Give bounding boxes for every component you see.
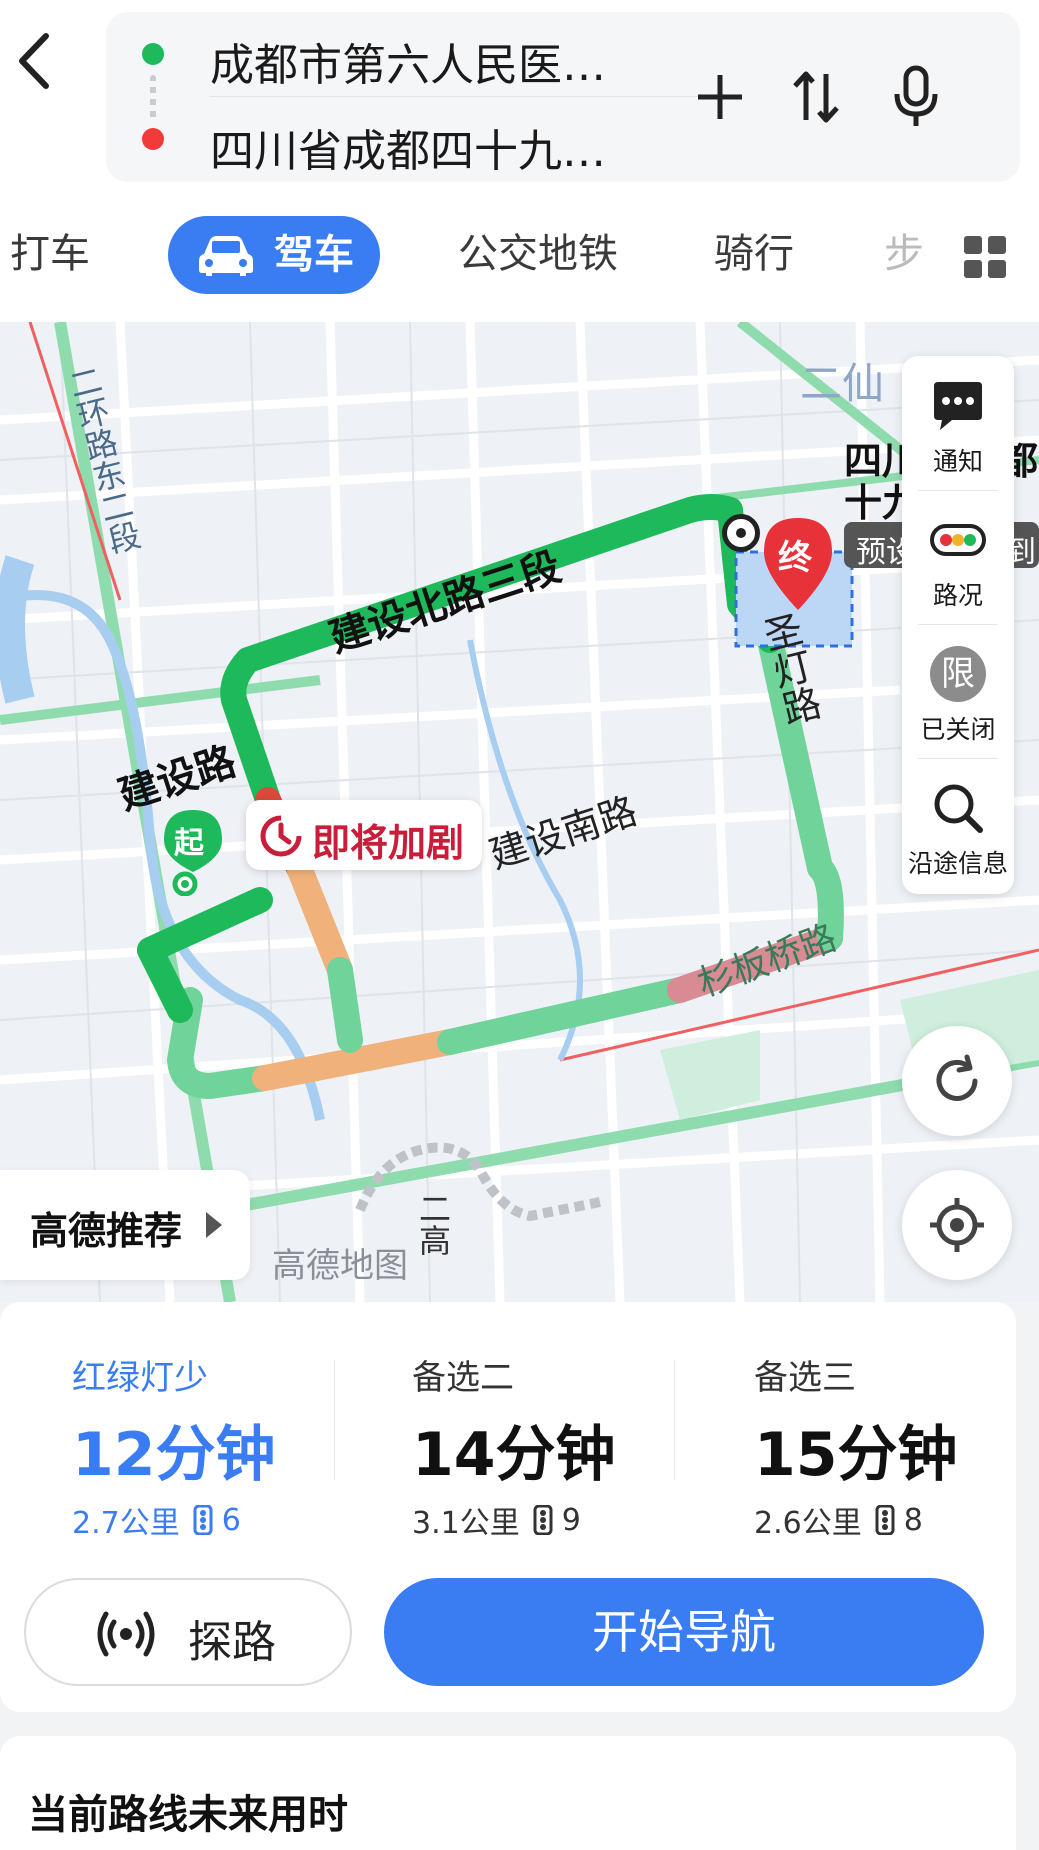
arrow-right-icon	[206, 1212, 222, 1238]
separator	[334, 1360, 335, 1480]
divider	[210, 96, 730, 97]
plus-icon	[698, 75, 742, 119]
origin-field[interactable]: 成都市第六人民医…	[210, 29, 606, 93]
more-tabs-button[interactable]	[964, 236, 1006, 278]
traffic-label: 路况	[932, 581, 983, 610]
explore-route-button[interactable]: 探路	[24, 1578, 352, 1686]
route-distance: 3.1公里	[412, 1506, 520, 1541]
destination-field[interactable]: 四川省成都四十九…	[210, 115, 606, 179]
congestion-warning-text: 即将加剧	[312, 821, 465, 865]
route-option-2[interactable]: 备选二 14分钟 3.1公里 9	[412, 1328, 712, 1541]
route-lights: 6	[221, 1502, 241, 1538]
search-header: 成都市第六人民医… 四川省成都四十九… 打车 驾车 公交地铁 骑行 步	[0, 0, 1039, 322]
future-time-title: 当前路线未来用时	[28, 1792, 348, 1838]
car-icon	[199, 236, 253, 276]
route-tag: 备选三	[754, 1358, 856, 1398]
map-watermark: 高德地图	[272, 1246, 408, 1286]
origin-dot	[142, 43, 164, 65]
message-icon	[934, 382, 982, 430]
gaode-recommend-button[interactable]: 高德推荐	[0, 1170, 250, 1280]
tab-taxi[interactable]: 打车	[10, 212, 90, 296]
traffic-light-icon	[875, 1505, 895, 1535]
route-distance: 2.7公里	[72, 1506, 180, 1541]
back-button[interactable]	[10, 30, 60, 92]
traffic-light-icon	[193, 1505, 213, 1535]
map-tools-panel: 通知 路况 限 已关闭 沿途信息	[902, 356, 1014, 894]
along-route-button[interactable]: 沿途信息	[902, 758, 1014, 892]
route-tag: 备选二	[412, 1358, 514, 1398]
route-meta: 3.1公里 9	[412, 1498, 581, 1542]
road-label-gao: 二高	[414, 1192, 452, 1256]
signal-icon	[97, 1611, 155, 1657]
traffic-light-icon	[533, 1505, 553, 1535]
tab-walk[interactable]: 步	[884, 212, 924, 296]
route-option-3[interactable]: 备选三 15分钟 2.6公里 8	[754, 1328, 1039, 1541]
locate-button[interactable]	[902, 1170, 1012, 1280]
grid-icon	[964, 236, 1006, 278]
traffic-button[interactable]: 路况	[902, 490, 1014, 624]
route-distance: 2.6公里	[754, 1506, 862, 1541]
clock-alert-icon	[260, 815, 302, 857]
tab-drive-label: 驾车	[274, 232, 354, 278]
refresh-icon	[936, 1054, 978, 1101]
swap-icon	[793, 71, 839, 123]
transport-tabs: 打车 驾车 公交地铁 骑行 步	[0, 212, 1039, 296]
route-end-point	[722, 514, 760, 552]
traffic-light-icon	[930, 524, 986, 556]
route-meta: 2.7公里 6	[72, 1498, 241, 1542]
restriction-icon-text: 限	[941, 654, 975, 694]
end-marker-label: 终	[778, 538, 812, 578]
destination-dot	[142, 128, 164, 150]
route-input-card: 成都市第六人民医… 四川省成都四十九…	[106, 12, 1020, 182]
route-connector	[150, 75, 156, 121]
search-icon	[934, 784, 983, 833]
microphone-icon	[894, 65, 938, 126]
start-navigation-button[interactable]: 开始导航	[384, 1578, 984, 1686]
area-label-erxian: 二仙	[800, 359, 885, 408]
recommend-label: 高德推荐	[30, 1209, 183, 1253]
restriction-button[interactable]: 限 已关闭	[902, 624, 1014, 758]
start-marker[interactable]: 起	[158, 806, 228, 897]
route-options-sheet: 红绿灯少 12分钟 2.7公里 6 备选二 14分钟 3.1公里 9 备选三 1…	[0, 1302, 1016, 1712]
back-arrow-icon	[19, 33, 49, 89]
route-time: 12分钟	[72, 1420, 276, 1490]
route-option-1[interactable]: 红绿灯少 12分钟 2.7公里 6	[72, 1328, 372, 1541]
end-marker[interactable]: 终	[758, 514, 838, 614]
future-time-card[interactable]: 当前路线未来用时	[0, 1736, 1016, 1850]
tab-drive[interactable]: 驾车	[168, 216, 380, 294]
notify-button[interactable]: 通知	[902, 356, 1014, 490]
separator	[674, 1360, 675, 1480]
voice-button[interactable]	[886, 62, 946, 132]
congestion-warning[interactable]: 即将加剧	[246, 800, 482, 870]
swap-button[interactable]	[786, 62, 846, 132]
route-lights: 9	[561, 1502, 581, 1538]
route-time: 14分钟	[412, 1420, 616, 1490]
start-marker-label: 起	[174, 826, 204, 861]
route-tag: 红绿灯少	[72, 1358, 208, 1398]
restriction-icon: 限	[930, 646, 986, 702]
explore-label: 探路	[188, 1617, 276, 1668]
map-view[interactable]: 建设北路三段 建设路 建设南路 圣灯路 杉板桥路 二环路东二段 二仙 二高 起 …	[0, 322, 1039, 1302]
tab-ride[interactable]: 骑行	[714, 212, 794, 296]
along-route-label: 沿途信息	[907, 849, 1008, 878]
tab-transit[interactable]: 公交地铁	[458, 212, 618, 296]
route-time: 15分钟	[754, 1420, 958, 1490]
notify-label: 通知	[932, 447, 983, 476]
route-lights: 8	[903, 1502, 923, 1538]
route-meta: 2.6公里 8	[754, 1498, 923, 1542]
add-waypoint-button[interactable]	[690, 62, 750, 132]
refresh-route-button[interactable]	[902, 1026, 1012, 1136]
restriction-label: 已关闭	[920, 715, 996, 744]
crosshair-icon	[930, 1198, 984, 1252]
